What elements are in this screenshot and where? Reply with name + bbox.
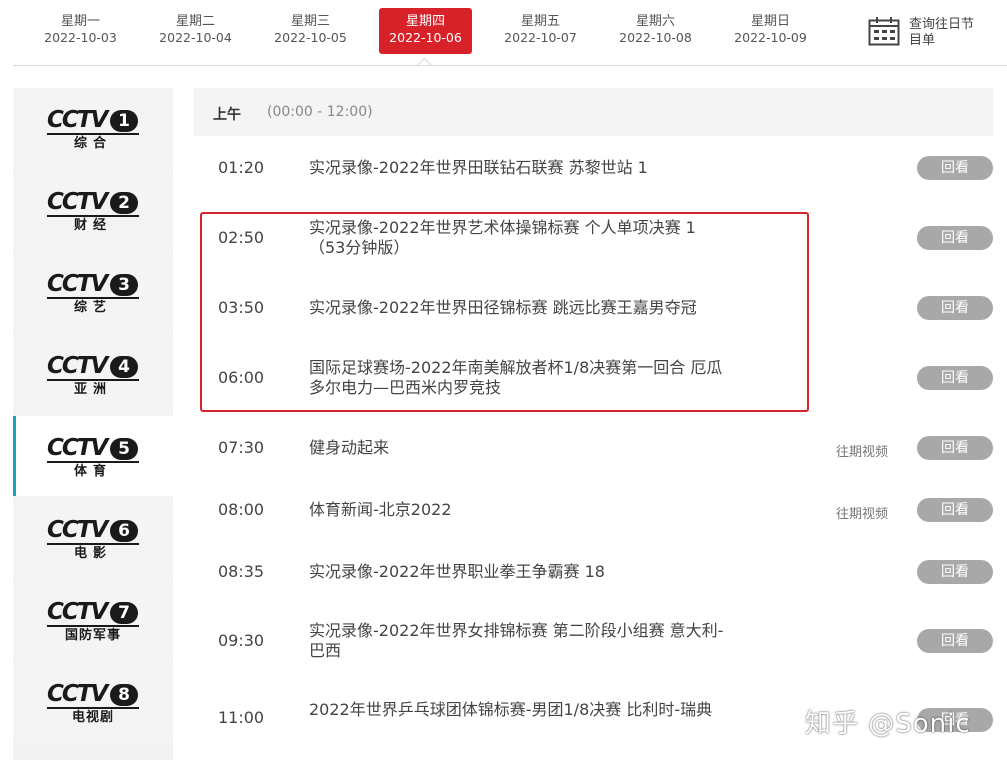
channel-item-cctv4[interactable]: CCTV 4 亚洲: [13, 334, 173, 414]
date-tab-date: 2022-10-05: [274, 30, 347, 45]
date-tab-date: 2022-10-09: [734, 30, 807, 45]
past-videos-link[interactable]: 往期视频: [836, 503, 888, 522]
channel-item-cctv7[interactable]: CCTV 7 国防军事: [13, 580, 173, 660]
replay-button[interactable]: 回看: [917, 629, 993, 653]
date-tab-sun[interactable]: 星期日 2022-10-09: [724, 8, 817, 54]
date-tab-date: 2022-10-08: [619, 30, 692, 45]
program-time: 11:00: [218, 708, 265, 727]
date-bar-divider: [13, 65, 1007, 66]
channel-name: 综艺: [73, 300, 112, 315]
channel-name: 电影: [73, 546, 112, 561]
channel-number: 8: [110, 684, 138, 706]
cctv-logo: CCTV 6 电影: [47, 518, 141, 561]
replay-button[interactable]: 回看: [917, 366, 993, 390]
date-tab-weekday: 星期二: [175, 14, 215, 29]
program-time: 09:30: [218, 631, 265, 650]
program-row: 08:35 实况录像-2022年世界职业拳王争霸赛 18 回看: [193, 552, 993, 592]
program-row: 08:00 体育新闻-北京2022 往期视频 回看: [193, 490, 993, 530]
channel-name: 综合: [73, 136, 112, 151]
date-tab-mon[interactable]: 星期一 2022-10-03: [34, 8, 127, 54]
past-videos-link[interactable]: 往期视频: [836, 441, 888, 460]
period-name: 上午: [213, 107, 241, 123]
channel-number: 2: [110, 192, 138, 214]
date-tab-date: 2022-10-03: [44, 30, 117, 45]
date-tab-weekday: 星期六: [635, 14, 675, 29]
cctv-logo: CCTV 1 综合: [47, 108, 141, 151]
channel-item-cctv6[interactable]: CCTV 6 电影: [13, 498, 173, 578]
replay-button[interactable]: 回看: [917, 560, 993, 584]
program-title[interactable]: 实况录像-2022年世界田联钻石联赛 苏黎世站 1: [309, 158, 729, 178]
channel-number: 1: [110, 110, 138, 132]
program-row: 07:30 健身动起来 往期视频 回看: [193, 428, 993, 468]
program-time: 08:35: [218, 562, 265, 581]
program-title[interactable]: 体育新闻-北京2022: [309, 500, 729, 520]
channel-number: 6: [110, 520, 138, 542]
channel-name: 财经: [73, 218, 112, 233]
program-schedule: 上午 (00:00 - 12:00) 01:20 实况录像-2022年世界田联钻…: [193, 88, 993, 760]
date-tab-date: 2022-10-07: [504, 30, 577, 45]
cctv-logo: CCTV 3 综艺: [47, 272, 141, 315]
period-header: 上午 (00:00 - 12:00): [193, 88, 993, 136]
date-tab-weekday: 星期一: [60, 14, 100, 29]
cctv-logo: CCTV 7 国防军事: [47, 600, 141, 643]
date-tab-tue[interactable]: 星期二 2022-10-04: [149, 8, 242, 54]
channel-item-cctv1[interactable]: CCTV 1 综合: [13, 88, 173, 168]
program-time: 07:30: [218, 438, 265, 457]
cctv-logo: CCTV 4 亚洲: [47, 354, 141, 397]
date-tab-weekday: 星期四: [405, 14, 445, 29]
highlight-box: [200, 212, 809, 412]
date-tab-fri[interactable]: 星期五 2022-10-07: [494, 8, 587, 54]
history-schedule-label: 查询往日节目单: [909, 17, 975, 48]
date-tab-weekday: 星期三: [290, 14, 330, 29]
channel-number: 4: [110, 356, 138, 378]
date-tab-thu-active[interactable]: 星期四 2022-10-06: [379, 8, 472, 54]
program-row: 01:20 实况录像-2022年世界田联钻石联赛 苏黎世站 1 回看: [193, 148, 993, 188]
replay-button[interactable]: 回看: [917, 498, 993, 522]
channel-name: 国防军事: [64, 628, 121, 643]
cctv-logo: CCTV 8 电视剧: [47, 682, 141, 725]
date-tab-date: 2022-10-06: [389, 30, 462, 45]
date-tab-date: 2022-10-04: [159, 30, 232, 45]
date-tab-sat[interactable]: 星期六 2022-10-08: [609, 8, 702, 54]
program-row: 09:30 实况录像-2022年世界女排锦标赛 第二阶段小组赛 意大利-巴西 回…: [193, 621, 993, 671]
program-title[interactable]: 实况录像-2022年世界职业拳王争霸赛 18: [309, 562, 729, 582]
replay-button[interactable]: 回看: [917, 156, 993, 180]
replay-button[interactable]: 回看: [917, 436, 993, 460]
channel-item-cctv2[interactable]: CCTV 2 财经: [13, 170, 173, 250]
channel-number: 7: [110, 602, 138, 624]
channel-number: 3: [110, 274, 138, 296]
date-tab-wed[interactable]: 星期三 2022-10-05: [264, 8, 357, 54]
date-tab-weekday: 星期日: [750, 14, 790, 29]
calendar-icon: [868, 17, 900, 46]
channel-item-cctv8[interactable]: CCTV 8 电视剧: [13, 662, 173, 742]
channel-item-cctv3[interactable]: CCTV 3 综艺: [13, 252, 173, 332]
cctv-logo: CCTV 5 体育: [47, 436, 141, 479]
channel-item-cctv5-active[interactable]: CCTV 5 体育: [13, 416, 173, 496]
channel-name: 体育: [73, 464, 112, 479]
channel-sidebar: CCTV 1 综合 CCTV 2 财经 CCTV 3 综艺 CCTV 4 亚洲: [13, 88, 173, 760]
channel-name: 电视剧: [71, 710, 114, 725]
watermark: 知乎 @Sonic: [805, 709, 971, 739]
channel-number: 5: [110, 438, 138, 460]
program-time: 08:00: [218, 500, 265, 519]
date-tab-weekday: 星期五: [520, 14, 560, 29]
program-title[interactable]: 实况录像-2022年世界女排锦标赛 第二阶段小组赛 意大利-巴西: [309, 621, 729, 661]
replay-button[interactable]: 回看: [917, 226, 993, 250]
period-range: (00:00 - 12:00): [267, 104, 373, 120]
program-time: 01:20: [218, 158, 265, 177]
program-title[interactable]: 健身动起来: [309, 438, 729, 458]
channel-name: 亚洲: [73, 382, 112, 397]
date-bar: 星期一 2022-10-03 星期二 2022-10-04 星期三 2022-1…: [0, 0, 1007, 66]
replay-button[interactable]: 回看: [917, 296, 993, 320]
cctv-logo: CCTV 2 财经: [47, 190, 141, 233]
program-title[interactable]: 2022年世界乒乓球团体锦标赛-男团1/8决赛 比利时-瑞典: [309, 700, 729, 720]
